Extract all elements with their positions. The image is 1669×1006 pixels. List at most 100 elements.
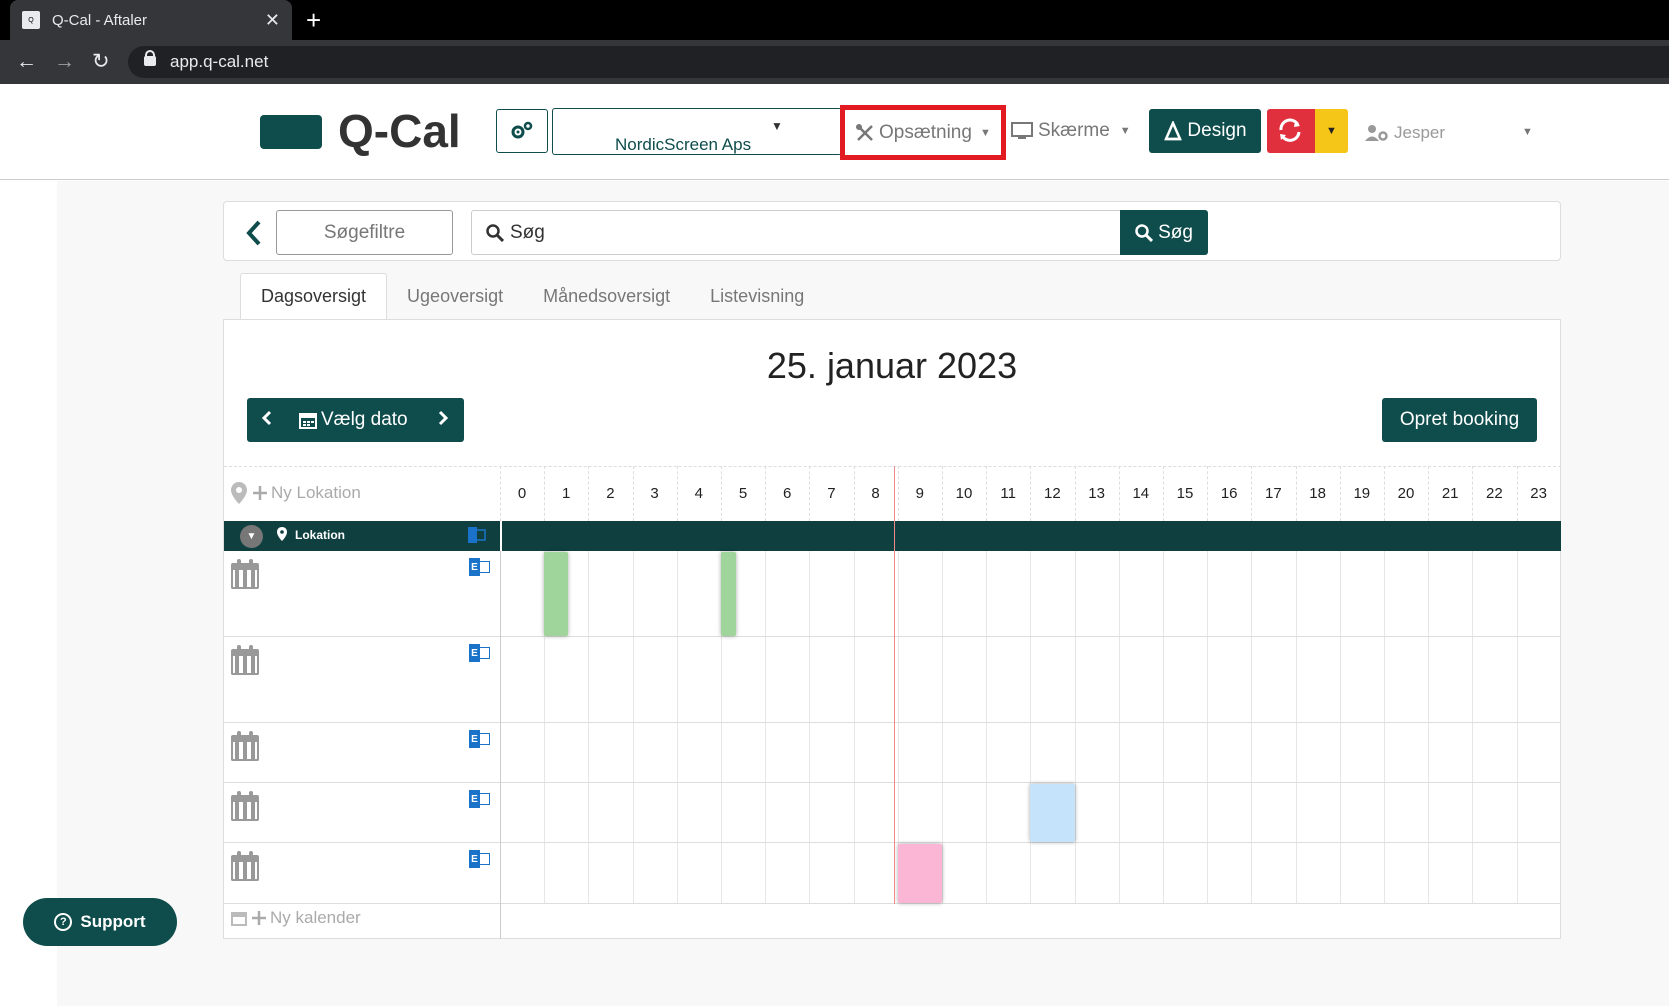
close-tab-icon[interactable]: ✕ (265, 10, 280, 31)
hour-label: 13 (1088, 485, 1105, 502)
logo-text: Q-Cal (338, 105, 461, 157)
search-button-label: Søg (1158, 221, 1193, 243)
user-cog-icon (1365, 125, 1388, 141)
calendar-row[interactable] (224, 783, 1561, 843)
hour-divider (1118, 466, 1120, 521)
hour-label: 2 (606, 485, 615, 502)
tab-day[interactable]: Dagsoversigt (240, 273, 388, 320)
hour-label: 11 (1000, 485, 1016, 502)
calendar-row[interactable] (224, 637, 1561, 723)
booking-block[interactable] (897, 844, 942, 903)
exchange-icon: E (469, 850, 491, 868)
booking-block[interactable] (1030, 784, 1075, 842)
company-name: NordicScreen Aps (615, 135, 752, 154)
browser-tab-title: Q-Cal - Aftaler (52, 11, 148, 29)
hour-label: 22 (1486, 485, 1503, 502)
calendar-row[interactable] (224, 551, 1561, 637)
setup-menu[interactable]: Opsætning ▼ (840, 105, 1006, 160)
hour-label: 20 (1397, 485, 1415, 502)
setup-label: Opsætning (879, 121, 972, 143)
calendar-row[interactable] (224, 843, 1561, 904)
search-icon (1135, 223, 1154, 242)
forward-arrow-icon[interactable]: → (54, 50, 75, 74)
support-button[interactable]: ? Support (23, 898, 177, 946)
settings-button[interactable] (496, 109, 548, 153)
exchange-icon: E (469, 790, 491, 808)
sync-dropdown-button[interactable]: ▼ (1315, 109, 1348, 153)
hour-divider (1472, 466, 1474, 521)
booking-block[interactable] (721, 552, 737, 636)
user-name: Jesper (1394, 123, 1446, 142)
company-select[interactable]: NordicScreen Aps ▼ (552, 108, 842, 155)
browser-tab[interactable]: Q Q-Cal - Aftaler ✕ (10, 0, 292, 40)
hour-label: 4 (694, 485, 703, 502)
view-tabs: Dagsoversigt Ugeoversigt Månedsoversigt … (240, 273, 824, 320)
chevron-right-icon[interactable] (437, 408, 449, 433)
hour-divider (765, 466, 767, 521)
exchange-icon (468, 527, 486, 548)
tab-list[interactable]: Listevisning (690, 273, 824, 320)
hour-label: 12 (1044, 485, 1061, 502)
chevron-left-icon[interactable] (244, 218, 264, 254)
user-menu[interactable]: Jesper (1364, 123, 1445, 143)
tab-week[interactable]: Ugeoversigt (387, 273, 523, 320)
map-pin-icon (277, 527, 287, 541)
app-header: Q-Cal NordicScreen Aps ▼ Opsætning ▼ Skæ… (0, 84, 1669, 180)
screens-menu[interactable]: Skærme ▼ (1011, 120, 1131, 142)
hour-divider (1207, 466, 1209, 521)
new-calendar-button[interactable]: Ny kalender (231, 908, 361, 928)
gears-icon (511, 121, 533, 139)
hour-divider (986, 466, 988, 521)
search-input[interactable]: Søg (471, 210, 1121, 255)
booking-block[interactable] (544, 552, 569, 636)
sync-icon (1279, 118, 1301, 142)
hour-divider (897, 466, 899, 521)
design-button[interactable]: Design (1149, 109, 1261, 153)
choose-date-button[interactable]: Vælg dato (299, 409, 408, 431)
hour-label: 23 (1530, 485, 1547, 502)
date-title: 25. januar 2023 (766, 345, 1018, 386)
hour-label: 3 (650, 485, 659, 502)
tab-month[interactable]: Månedsoversigt (523, 273, 690, 320)
map-pin-icon (231, 482, 247, 504)
url-field[interactable]: app.q-cal.net (128, 46, 1669, 78)
hour-divider (1516, 466, 1518, 521)
back-arrow-icon[interactable]: ← (16, 50, 37, 74)
support-label: Support (80, 912, 146, 931)
chevron-down-icon: ▼ (771, 119, 783, 133)
date-navigator: Vælg dato (247, 398, 464, 442)
collapse-toggle-icon[interactable]: ▼ (240, 525, 263, 548)
new-calendar-label: Ny kalender (270, 908, 361, 927)
hour-divider (1163, 466, 1164, 521)
url-text: app.q-cal.net (170, 52, 269, 71)
create-booking-button[interactable]: Opret booking (1382, 398, 1537, 442)
chevron-down-icon: ▼ (979, 126, 991, 139)
hour-label: 8 (871, 485, 880, 502)
chevron-left-icon[interactable] (261, 408, 273, 433)
calendar-icon (231, 791, 259, 821)
hour-divider (853, 466, 855, 521)
chevron-down-icon[interactable]: ▼ (1522, 126, 1533, 138)
hour-divider (1074, 466, 1076, 521)
calendar-icon (231, 559, 259, 589)
calendar-row[interactable] (224, 723, 1561, 783)
new-location-button[interactable]: Ny Lokation (230, 481, 361, 505)
browser-tab-bar: Q Q-Cal - Aftaler ✕ + (0, 0, 1669, 40)
search-button[interactable]: Søg (1120, 210, 1208, 255)
hour-label: 19 (1353, 485, 1371, 502)
reload-icon[interactable]: ↻ (92, 50, 110, 74)
hour-label: 15 (1176, 485, 1194, 502)
current-time-line (894, 466, 895, 904)
hour-label: 17 (1265, 485, 1282, 502)
logo-mark (260, 115, 322, 149)
hour-divider (809, 466, 811, 521)
hour-divider (500, 466, 501, 521)
hour-divider (1030, 466, 1032, 521)
search-filters-button[interactable]: Søgefiltre (276, 210, 453, 255)
calendar-icon (231, 851, 259, 881)
calendar-icon (299, 413, 317, 429)
hour-label: 21 (1441, 485, 1459, 502)
sync-button[interactable] (1267, 109, 1315, 153)
monitor-icon (1011, 122, 1033, 139)
new-tab-button[interactable]: + (306, 6, 321, 34)
